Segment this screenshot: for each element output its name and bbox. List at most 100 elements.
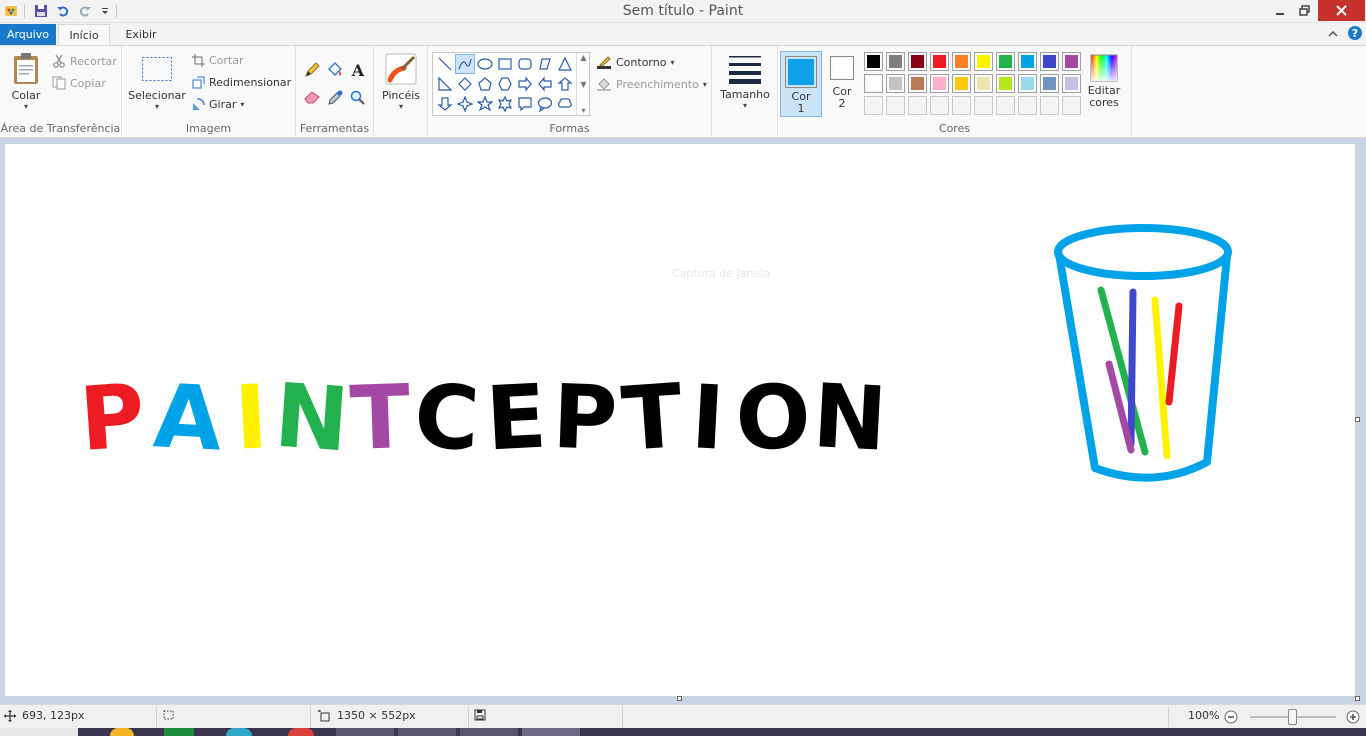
text-tool-icon[interactable]: A xyxy=(350,61,366,81)
rect-callout-shape-icon[interactable] xyxy=(515,94,535,114)
start-button[interactable] xyxy=(0,728,78,736)
resize-button[interactable]: Redimensionar xyxy=(192,76,291,89)
color-picker-icon[interactable] xyxy=(328,90,343,108)
brushes-button[interactable]: Pincéis ▾ xyxy=(380,52,422,111)
palette-custom-slot[interactable] xyxy=(1018,96,1037,115)
palette-custom-slot[interactable] xyxy=(1062,96,1081,115)
tab-home[interactable]: Início xyxy=(58,24,110,45)
line-shape-icon[interactable] xyxy=(435,54,455,74)
magnifier-icon[interactable] xyxy=(350,90,365,108)
taskbar-app-7[interactable] xyxy=(460,728,518,736)
shapes-scroll[interactable]: ▲ ▼ ▾ xyxy=(576,53,590,115)
palette-color-swatch[interactable] xyxy=(1018,74,1037,93)
four-point-star-shape-icon[interactable] xyxy=(455,94,475,114)
polygon-shape-icon[interactable] xyxy=(535,54,555,74)
outline-button[interactable]: Contorno ▾ xyxy=(596,54,674,70)
tab-file[interactable]: Arquivo xyxy=(0,24,56,45)
palette-color-swatch[interactable] xyxy=(864,52,883,71)
palette-color-swatch[interactable] xyxy=(952,52,971,71)
taskbar-app-4[interactable] xyxy=(288,728,314,736)
canvas-resize-handle-bottom[interactable] xyxy=(677,696,682,701)
palette-color-swatch[interactable] xyxy=(930,74,949,93)
canvas-resize-handle-right[interactable] xyxy=(1355,417,1360,422)
palette-custom-slot[interactable] xyxy=(974,96,993,115)
color2-button[interactable]: Cor 2 xyxy=(826,56,858,110)
taskbar-app-paint[interactable] xyxy=(522,728,580,736)
curve-shape-icon[interactable] xyxy=(455,54,475,74)
palette-custom-slot[interactable] xyxy=(952,96,971,115)
palette-custom-slot[interactable] xyxy=(908,96,927,115)
taskbar-app-2[interactable] xyxy=(164,728,194,736)
palette-custom-slot[interactable] xyxy=(1040,96,1059,115)
minimize-ribbon-icon[interactable] xyxy=(1324,26,1342,42)
palette-custom-slot[interactable] xyxy=(996,96,1015,115)
taskbar-app-6[interactable] xyxy=(398,728,456,736)
palette-color-swatch[interactable] xyxy=(974,52,993,71)
minimize-button[interactable] xyxy=(1268,0,1292,21)
down-arrow-shape-icon[interactable] xyxy=(435,94,455,114)
palette-color-swatch[interactable] xyxy=(886,74,905,93)
expand-gallery-icon[interactable]: ▾ xyxy=(581,106,585,115)
crop-button[interactable]: Cortar xyxy=(192,54,244,67)
pencil-icon[interactable] xyxy=(304,62,320,81)
canvas-resize-handle-corner[interactable] xyxy=(1355,696,1360,701)
palette-color-swatch[interactable] xyxy=(908,52,927,71)
palette-color-swatch[interactable] xyxy=(908,74,927,93)
palette-color-swatch[interactable] xyxy=(1062,52,1081,71)
palette-color-swatch[interactable] xyxy=(1062,74,1081,93)
left-arrow-shape-icon[interactable] xyxy=(535,74,555,94)
cut-button[interactable]: Recortar xyxy=(52,54,117,68)
close-button[interactable] xyxy=(1318,0,1365,21)
palette-color-swatch[interactable] xyxy=(864,74,883,93)
palette-custom-slot[interactable] xyxy=(930,96,949,115)
oval-callout-shape-icon[interactable] xyxy=(535,94,555,114)
tab-view[interactable]: Exibir xyxy=(114,24,168,45)
edit-colors-button[interactable]: Editar cores xyxy=(1086,54,1122,109)
drawing-canvas[interactable]: Captura de Janela PAINTCEPTION xyxy=(5,144,1355,696)
palette-custom-slot[interactable] xyxy=(886,96,905,115)
hexagon-shape-icon[interactable] xyxy=(495,74,515,94)
six-point-star-shape-icon[interactable] xyxy=(495,94,515,114)
palette-color-swatch[interactable] xyxy=(1018,52,1037,71)
taskbar-app-1[interactable] xyxy=(110,728,134,736)
rotate-button[interactable]: Girar ▾ xyxy=(192,98,244,111)
palette-color-swatch[interactable] xyxy=(996,74,1015,93)
palette-color-swatch[interactable] xyxy=(952,74,971,93)
eraser-icon[interactable] xyxy=(304,90,321,107)
copy-button[interactable]: Copiar xyxy=(52,76,106,90)
fill-button[interactable]: Preenchimento ▾ xyxy=(596,76,707,92)
scroll-up-icon[interactable]: ▲ xyxy=(580,53,586,62)
pentagon-shape-icon[interactable] xyxy=(475,74,495,94)
palette-color-swatch[interactable] xyxy=(974,74,993,93)
color1-button[interactable]: Cor 1 xyxy=(780,51,822,117)
restore-button[interactable] xyxy=(1292,0,1316,21)
palette-custom-slot[interactable] xyxy=(864,96,883,115)
diamond-shape-icon[interactable] xyxy=(455,74,475,94)
scroll-down-icon[interactable]: ▼ xyxy=(580,80,586,89)
palette-color-swatch[interactable] xyxy=(1040,52,1059,71)
size-button[interactable]: Tamanho ▾ xyxy=(716,54,774,110)
up-arrow-shape-icon[interactable] xyxy=(555,74,575,94)
select-button[interactable]: Selecionar ▾ xyxy=(128,56,186,111)
fill-bucket-icon[interactable] xyxy=(326,62,343,81)
right-triangle-shape-icon[interactable] xyxy=(435,74,455,94)
cup-rim xyxy=(1054,224,1232,280)
palette-color-swatch[interactable] xyxy=(886,52,905,71)
rounded-rectangle-shape-icon[interactable] xyxy=(515,54,535,74)
palette-color-swatch[interactable] xyxy=(930,52,949,71)
five-point-star-shape-icon[interactable] xyxy=(475,94,495,114)
oval-shape-icon[interactable] xyxy=(475,54,495,74)
paste-button[interactable]: Colar ▾ xyxy=(6,52,46,111)
triangle-shape-icon[interactable] xyxy=(555,54,575,74)
right-arrow-shape-icon[interactable] xyxy=(515,74,535,94)
cloud-callout-shape-icon[interactable] xyxy=(555,94,575,114)
rectangle-shape-icon[interactable] xyxy=(495,54,515,74)
help-icon[interactable]: ? xyxy=(1346,25,1364,41)
zoom-out-icon[interactable] xyxy=(1224,710,1238,727)
taskbar-app-3[interactable] xyxy=(226,728,252,736)
palette-color-swatch[interactable] xyxy=(996,52,1015,71)
taskbar-app-5[interactable] xyxy=(336,728,394,736)
zoom-slider-thumb[interactable] xyxy=(1288,709,1297,725)
palette-color-swatch[interactable] xyxy=(1040,74,1059,93)
zoom-in-icon[interactable] xyxy=(1346,710,1360,727)
